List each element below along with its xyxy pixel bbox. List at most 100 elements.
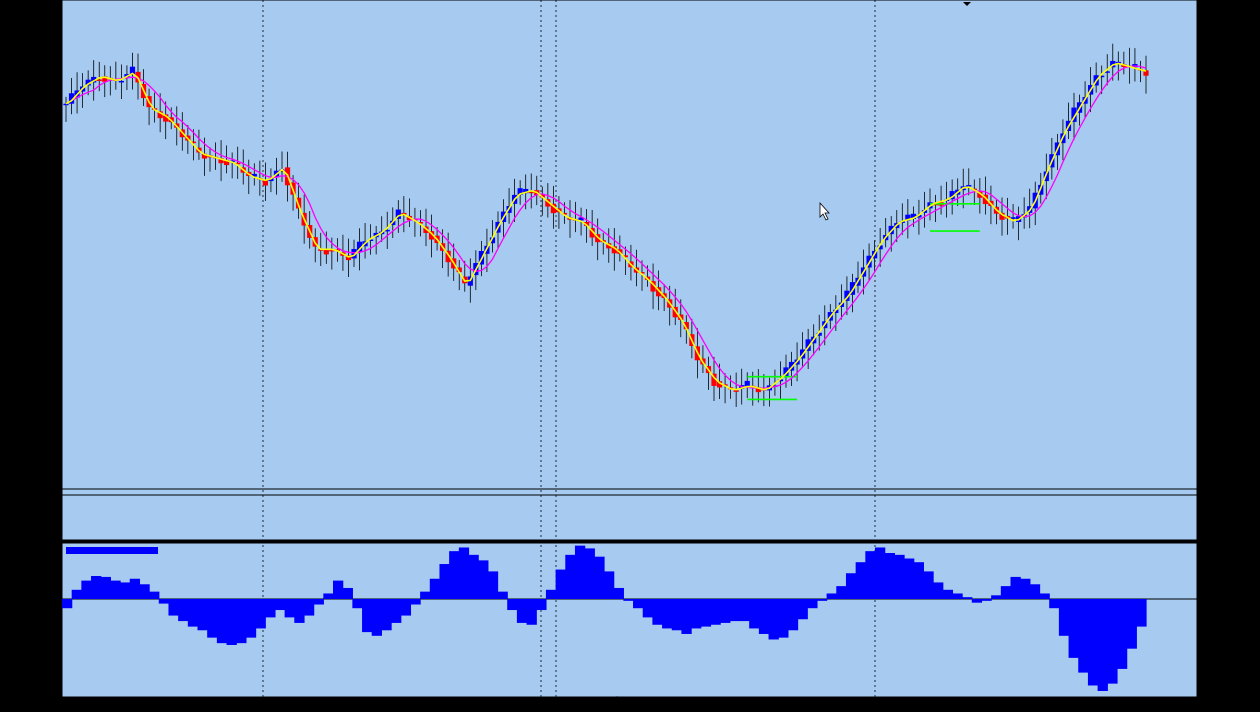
histogram-bar (110, 580, 121, 599)
histogram-bar (1087, 599, 1099, 686)
x-tick-label: 30 Jan 11:00 (701, 703, 749, 712)
x-tick-label: 30 Jan 03:00 (595, 703, 643, 712)
histogram-bar (313, 599, 324, 605)
histogram-bar (807, 599, 818, 609)
x-tick-label: 27 Jan 05:00 (329, 703, 377, 712)
histogram-bar (836, 586, 847, 599)
x-tick-label: 31 Jan 19:00 (1127, 703, 1175, 712)
histogram-bar (652, 599, 663, 625)
histogram-bar (236, 599, 247, 644)
histogram-bar (71, 589, 82, 599)
histogram-bar (497, 591, 508, 599)
histogram-bar (1049, 599, 1060, 609)
histogram-bar (768, 599, 779, 640)
histogram-bar (139, 584, 150, 599)
histogram-bar (197, 599, 208, 631)
histogram-bar (826, 593, 837, 599)
histogram-bar (226, 599, 237, 645)
histogram-bar (1097, 599, 1108, 691)
histogram-bar (594, 556, 605, 599)
histogram-bar (1020, 578, 1031, 599)
x-tick-label: 26 Jan 13:00 (116, 703, 164, 712)
histogram-bar (342, 587, 353, 599)
histogram-bar (81, 580, 92, 599)
histogram-bar (739, 599, 750, 622)
histogram-bar (584, 548, 595, 599)
x-tick-label: 26 Jan 21:00 (223, 703, 271, 712)
histogram-bar (1010, 576, 1021, 599)
histogram-bar (371, 599, 382, 636)
histogram-bar (303, 599, 315, 616)
histogram-bar (1068, 599, 1079, 658)
x-tick-label: 31 Jan 03:00 (914, 703, 962, 712)
histogram-bar (642, 599, 653, 618)
x-tick-label: 26 Jan 2012 (63, 703, 108, 712)
histogram-bar (555, 569, 566, 599)
histogram-bar (352, 599, 363, 609)
histogram-bar (662, 599, 673, 629)
indicator-label-bar (66, 547, 158, 554)
histogram-bar (671, 599, 683, 631)
x-tick-label: 31 Jan 07:00 (967, 703, 1015, 712)
histogram-bar (845, 573, 857, 599)
histogram-bar (91, 576, 102, 599)
histogram-bar (294, 599, 305, 623)
main-price-panel (61, 0, 1198, 541)
x-tick-label: 27 Jan 09:00 (382, 703, 430, 712)
histogram-bar (545, 589, 557, 599)
histogram-bar (129, 578, 141, 599)
x-tick-label: 27 Jan 13:00 (435, 703, 483, 712)
histogram-bar (458, 547, 470, 599)
histogram-bar (1107, 599, 1118, 684)
histogram-bar (323, 593, 334, 599)
x-tick-label: 30 Jan 19:00 (808, 703, 856, 712)
histogram-bar (207, 599, 218, 638)
x-tick-label: 30 Jan 23:00 (861, 703, 909, 712)
histogram-bar (991, 595, 1002, 599)
histogram-bar (952, 593, 963, 599)
histogram-bar (439, 564, 450, 599)
histogram-bar (420, 591, 431, 599)
histogram-bar (778, 599, 789, 638)
histogram-bar (362, 599, 373, 633)
histogram-bar (720, 599, 731, 623)
histogram-bar (468, 554, 479, 599)
histogram-bar (400, 599, 412, 616)
histogram-bar (623, 599, 634, 601)
histogram-bar (168, 599, 179, 616)
x-tick-label: 27 Jan 01:00 (276, 703, 324, 712)
histogram-bar (1039, 593, 1050, 599)
trading-chart: 26 Jan 2012 26 Jan 13:00 26 Jan 17:00 26 Ja… (61, 0, 1198, 712)
histogram-bar (604, 571, 615, 599)
histogram-bar (216, 599, 228, 644)
histogram-bar (565, 554, 576, 599)
histogram-bar (429, 578, 441, 599)
x-tick-label: 31 Jan 15:00 (1074, 703, 1122, 712)
histogram-bar (381, 599, 392, 631)
histogram-bar (284, 599, 295, 618)
histogram-bar (787, 599, 799, 631)
histogram-bar (942, 589, 954, 599)
histogram-bar (797, 599, 808, 620)
histogram-bar (904, 558, 915, 599)
histogram-bar (333, 580, 344, 599)
x-tick-label: 30 Jan 15:00 (755, 703, 803, 712)
histogram-bar (749, 599, 760, 629)
histogram-bar (449, 551, 460, 599)
histogram-bar (700, 599, 712, 627)
histogram-bar (1078, 599, 1089, 673)
histogram-bar (933, 582, 944, 599)
histogram-bar (913, 562, 924, 599)
histogram-bar (410, 599, 421, 605)
histogram-bar (516, 599, 528, 623)
histogram-bar (865, 551, 876, 599)
histogram-bar (962, 597, 973, 599)
histogram-bar (574, 545, 586, 599)
histogram-bar (1029, 584, 1041, 599)
histogram-bar (526, 599, 537, 625)
histogram-bar (1058, 599, 1070, 636)
x-tick-label: 30 Jan 07:00 (648, 703, 696, 712)
x-tick-label: 27 Jan 17:00 (489, 703, 537, 712)
histogram-bar (255, 599, 266, 629)
histogram-bar (1126, 599, 1137, 649)
